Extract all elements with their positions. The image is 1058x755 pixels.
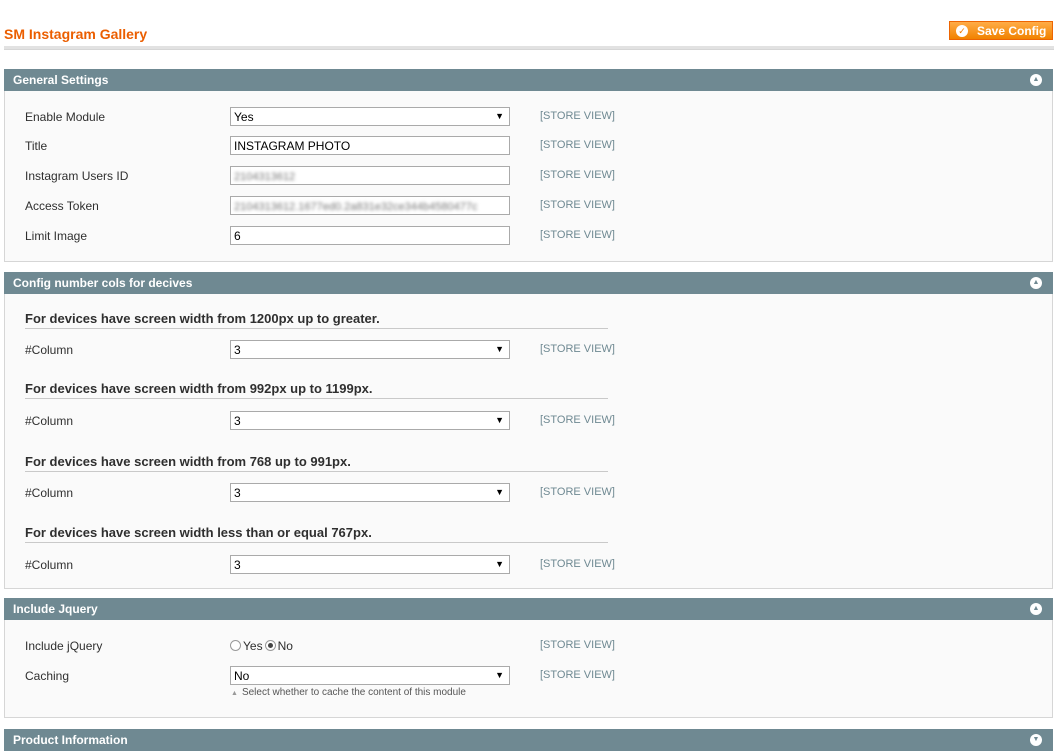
section-header-jquery[interactable]: Include Jquery ▲: [4, 598, 1053, 620]
column-select[interactable]: 3 ▼: [230, 411, 510, 430]
select-value: 3: [234, 558, 241, 572]
field-label: Instagram Users ID: [25, 169, 129, 183]
check-circle-icon: ✓: [956, 24, 968, 37]
column-row: #Column 3 ▼ [STORE VIEW]: [5, 411, 1052, 431]
section-title: Product Information: [13, 733, 128, 747]
column-select[interactable]: 3 ▼: [230, 555, 510, 574]
scope-label: [STORE VIEW]: [540, 110, 615, 122]
field-label: #Column: [25, 558, 74, 572]
select-value: 3: [234, 486, 241, 500]
select-value: No: [234, 669, 250, 683]
field-row-users-id: Instagram Users ID 2104313612 [STORE VIE…: [5, 166, 1052, 186]
caching-note-text: Select whether to cache the content of t…: [241, 687, 466, 698]
radio-label-no: No: [277, 638, 293, 653]
radio-label-yes: Yes: [243, 638, 263, 653]
column-row: #Column 3 ▼ [STORE VIEW]: [5, 483, 1052, 503]
section-body-cols: For devices have screen width from 1200p…: [4, 294, 1053, 589]
select-value: 3: [234, 414, 241, 428]
field-label: #Column: [25, 486, 74, 500]
scope-label: [STORE VIEW]: [540, 199, 615, 211]
device-group-heading: For devices have screen width from 1200p…: [25, 311, 608, 329]
dropdown-arrow-icon: ▼: [495, 415, 504, 425]
dropdown-arrow-icon: ▼: [495, 111, 504, 121]
field-label: #Column: [25, 343, 74, 357]
section-header-cols[interactable]: Config number cols for decives ▲: [4, 272, 1053, 294]
dropdown-arrow-icon: ▼: [495, 487, 504, 497]
field-row-limit-image: Limit Image 6 [STORE VIEW]: [5, 226, 1052, 246]
field-row-title: Title INSTAGRAM PHOTO [STORE VIEW]: [5, 136, 1052, 156]
scope-label: [STORE VIEW]: [540, 169, 615, 181]
scope-label: [STORE VIEW]: [540, 343, 615, 355]
input-value-blurred: 2104313612.1677ed0.2a831e32ce344b4580477…: [234, 201, 478, 213]
save-config-label: Save Config: [977, 23, 1047, 38]
device-group-heading: For devices have screen width from 992px…: [25, 381, 608, 399]
select-value: 3: [234, 343, 241, 357]
section-body-jquery: Include jQuery Yes No [STORE VIEW] Cachi…: [4, 620, 1053, 718]
instagram-users-id-input[interactable]: 2104313612: [230, 166, 510, 185]
scope-label: [STORE VIEW]: [540, 414, 615, 426]
access-token-input[interactable]: 2104313612.1677ed0.2a831e32ce344b4580477…: [230, 196, 510, 215]
collapse-up-icon[interactable]: ▲: [1030, 277, 1042, 289]
field-label: Title: [25, 139, 48, 153]
section-header-product[interactable]: Product Information ▼: [4, 729, 1053, 751]
field-label: #Column: [25, 414, 74, 428]
title-input[interactable]: INSTAGRAM PHOTO: [230, 136, 510, 155]
field-row-include-jquery: Include jQuery Yes No [STORE VIEW]: [5, 636, 1052, 656]
page-title: SM Instagram Gallery: [4, 26, 148, 42]
input-value: 6: [234, 229, 241, 243]
page-header: SM Instagram Gallery ✓ Save Config: [0, 0, 1058, 50]
field-label: Limit Image: [25, 229, 88, 243]
scope-label: [STORE VIEW]: [540, 558, 615, 570]
caching-select[interactable]: No ▼: [230, 666, 510, 685]
enable-module-select[interactable]: Yes ▼: [230, 107, 510, 126]
column-row: #Column 3 ▼ [STORE VIEW]: [5, 340, 1052, 360]
section-title: Config number cols for decives: [13, 276, 193, 290]
save-config-button[interactable]: ✓ Save Config: [949, 21, 1053, 40]
section-title: Include Jquery: [13, 602, 98, 616]
input-value-blurred: 2104313612: [234, 171, 296, 183]
field-label: Caching: [25, 669, 70, 683]
section-body-general: Enable Module Yes ▼ [STORE VIEW] Title I…: [4, 91, 1053, 262]
limit-image-input[interactable]: 6: [230, 226, 510, 245]
collapse-up-icon[interactable]: ▲: [1030, 74, 1042, 86]
dropdown-arrow-icon: ▼: [495, 670, 504, 680]
column-select[interactable]: 3 ▼: [230, 340, 510, 359]
caching-note: ▲ Select whether to cache the content of …: [231, 687, 466, 698]
column-row: #Column 3 ▼ [STORE VIEW]: [5, 555, 1052, 575]
include-jquery-radio-group: Yes No: [230, 636, 295, 655]
expand-down-icon[interactable]: ▼: [1030, 734, 1042, 746]
select-value: Yes: [234, 110, 254, 124]
field-row-enable-module: Enable Module Yes ▼ [STORE VIEW]: [5, 107, 1052, 127]
field-label: Include jQuery: [25, 639, 103, 653]
device-group-heading: For devices have screen width less than …: [25, 525, 608, 543]
dropdown-arrow-icon: ▼: [495, 559, 504, 569]
note-arrow-icon: ▲: [231, 690, 238, 697]
device-group-heading: For devices have screen width from 768 u…: [25, 454, 608, 472]
column-select[interactable]: 3 ▼: [230, 483, 510, 502]
section-header-general[interactable]: General Settings ▲: [4, 69, 1053, 91]
field-label: Enable Module: [25, 110, 106, 124]
field-row-access-token: Access Token 2104313612.1677ed0.2a831e32…: [5, 196, 1052, 216]
field-row-caching: Caching No ▼ [STORE VIEW]: [5, 666, 1052, 686]
radio-yes[interactable]: [230, 640, 241, 651]
header-divider: [4, 46, 1054, 50]
dropdown-arrow-icon: ▼: [495, 344, 504, 354]
scope-label: [STORE VIEW]: [540, 669, 615, 681]
scope-label: [STORE VIEW]: [540, 486, 615, 498]
input-value: INSTAGRAM PHOTO: [234, 139, 351, 153]
scope-label: [STORE VIEW]: [540, 639, 615, 651]
collapse-up-icon[interactable]: ▲: [1030, 603, 1042, 615]
field-label: Access Token: [25, 199, 99, 213]
scope-label: [STORE VIEW]: [540, 139, 615, 151]
scope-label: [STORE VIEW]: [540, 229, 615, 241]
radio-no[interactable]: [264, 640, 276, 651]
section-title: General Settings: [13, 73, 109, 87]
